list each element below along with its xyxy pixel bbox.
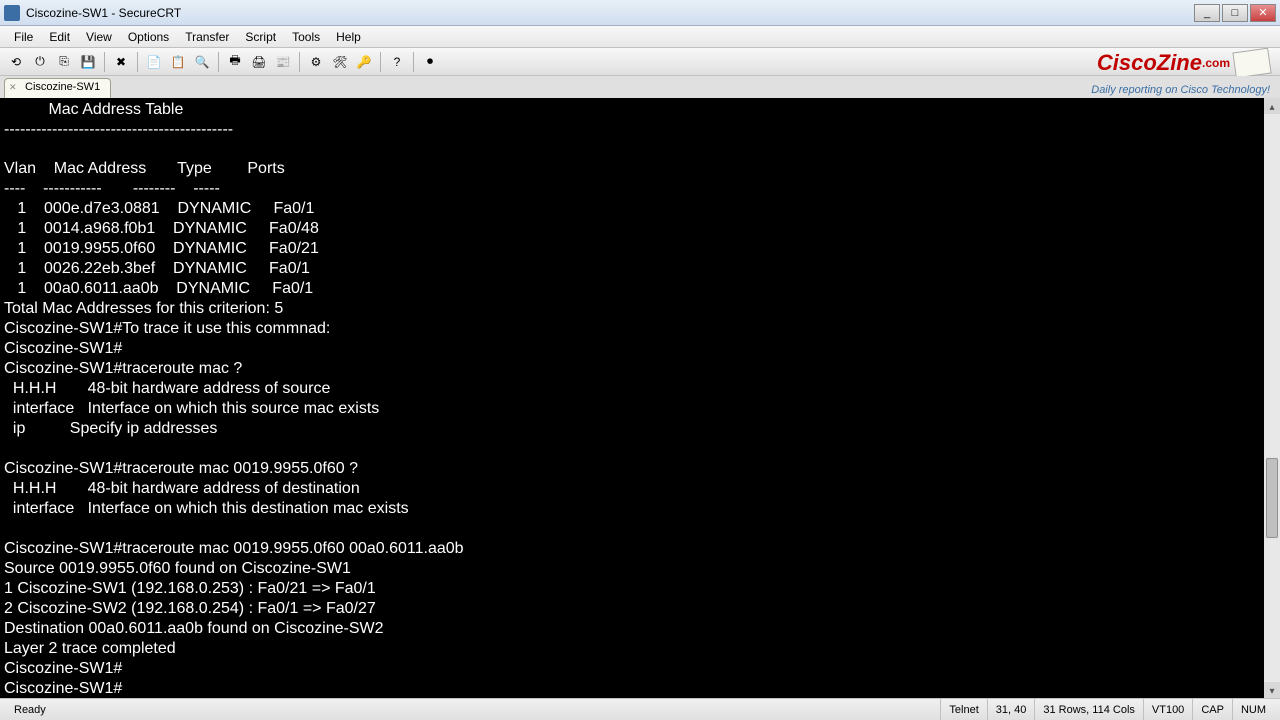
term-line: 1 00a0.6011.aa0b DYNAMIC Fa0/1	[4, 280, 313, 297]
status-term-type: VT100	[1143, 699, 1192, 720]
print-icon[interactable]: 🖨	[248, 51, 270, 73]
scroll-up-icon[interactable]: ▴	[1264, 98, 1280, 114]
status-bar: Ready Telnet 31, 40 31 Rows, 114 Cols VT…	[0, 698, 1280, 720]
help-icon[interactable]: ?	[386, 51, 408, 73]
term-line: 1 0019.9955.0f60 DYNAMIC Fa0/21	[4, 240, 319, 257]
term-line: ip Specify ip addresses	[4, 420, 217, 437]
separator	[380, 52, 381, 72]
term-line: Destination 00a0.6011.aa0b found on Cisc…	[4, 620, 384, 637]
copy-icon[interactable]: 📄	[143, 51, 165, 73]
term-line: Mac Address Table	[4, 101, 183, 118]
tab-label: Ciscozine-SW1	[25, 81, 100, 93]
status-cursor-pos: 31, 40	[987, 699, 1035, 720]
term-line: 1 0026.22eb.3bef DYNAMIC Fa0/1	[4, 260, 310, 277]
menu-transfer[interactable]: Transfer	[177, 28, 237, 46]
separator	[104, 52, 105, 72]
scroll-down-icon[interactable]: ▾	[1264, 682, 1280, 698]
paste-icon[interactable]: 📋	[167, 51, 189, 73]
term-line: H.H.H 48-bit hardware address of destina…	[4, 480, 360, 497]
term-line: Total Mac Addresses for this criterion: …	[4, 300, 283, 317]
term-line: interface Interface on which this source…	[4, 400, 379, 417]
separator	[299, 52, 300, 72]
status-protocol: Telnet	[940, 699, 986, 720]
term-line: Ciscozine-SW1#	[4, 660, 122, 677]
term-line: Ciscozine-SW1#	[4, 340, 122, 357]
separator	[218, 52, 219, 72]
find-icon[interactable]: 🔍	[191, 51, 213, 73]
scroll-thumb[interactable]	[1266, 458, 1278, 538]
menu-bar: File Edit View Options Transfer Script T…	[0, 26, 1280, 48]
properties-icon[interactable]: ⚙	[305, 51, 327, 73]
record-icon[interactable]: ⏺	[419, 51, 441, 73]
term-line: Ciscozine-SW1#traceroute mac ?	[4, 360, 242, 377]
tab-close-icon[interactable]: ✕	[9, 82, 21, 94]
term-line: Ciscozine-SW1#traceroute mac 0019.9955.0…	[4, 460, 358, 477]
menu-view[interactable]: View	[78, 28, 120, 46]
logo-suffix: .com	[1202, 56, 1230, 70]
term-line: Vlan Mac Address Type Ports	[4, 160, 285, 177]
status-cap: CAP	[1192, 699, 1232, 720]
print-preview-icon[interactable]: 📰	[272, 51, 294, 73]
menu-script[interactable]: Script	[237, 28, 284, 46]
menu-options[interactable]: Options	[120, 28, 177, 46]
brand-tagline: Daily reporting on Cisco Technology!	[1091, 84, 1270, 96]
menu-help[interactable]: Help	[328, 28, 369, 46]
term-line: 1 Ciscozine-SW1 (192.168.0.253) : Fa0/21…	[4, 580, 376, 597]
menu-file[interactable]: File	[6, 28, 41, 46]
cross-icon[interactable]: ✖	[110, 51, 132, 73]
close-button[interactable]: ✕	[1250, 4, 1276, 22]
status-size: 31 Rows, 114 Cols	[1034, 699, 1143, 720]
toolbar: ⟲ ⏻ ⎘ 💾 ✖ 📄 📋 🔍 🖶 🖨 📰 ⚙ 🛠 🔑 ? ⏺ CiscoZin…	[0, 48, 1280, 76]
term-line: ---- ----------- -------- -----	[4, 180, 220, 197]
separator	[137, 52, 138, 72]
paper-icon	[1232, 48, 1271, 79]
term-line: 1 000e.d7e3.0881 DYNAMIC Fa0/1	[4, 200, 314, 217]
tools-icon[interactable]: 🛠	[329, 51, 351, 73]
key-icon[interactable]: 🔑	[353, 51, 375, 73]
term-line: Source 0019.9955.0f60 found on Ciscozine…	[4, 560, 351, 577]
term-line: ----------------------------------------…	[4, 121, 233, 138]
term-line: Ciscozine-SW1#traceroute mac 0019.9955.0…	[4, 540, 464, 557]
save-icon[interactable]: 💾	[77, 51, 99, 73]
brand-logo: CiscoZine.com	[1097, 50, 1270, 76]
term-line: interface Interface on which this destin…	[4, 500, 409, 517]
new-session-icon[interactable]: ⎘	[53, 51, 75, 73]
term-line: H.H.H 48-bit hardware address of source	[4, 380, 330, 397]
maximize-button[interactable]: □	[1222, 4, 1248, 22]
logo-text: CiscoZine	[1097, 50, 1202, 76]
term-line: 1 0014.a968.f0b1 DYNAMIC Fa0/48	[4, 220, 319, 237]
terminal-scrollbar[interactable]: ▴ ▾	[1264, 98, 1280, 698]
reconnect-icon[interactable]: ⟲	[5, 51, 27, 73]
app-icon	[4, 5, 20, 21]
window-title: Ciscozine-SW1 - SecureCRT	[26, 6, 1194, 20]
session-tab[interactable]: ✕ Ciscozine-SW1	[4, 78, 111, 98]
status-ready: Ready	[6, 699, 940, 720]
term-line: Ciscozine-SW1#	[4, 680, 122, 697]
print-setup-icon[interactable]: 🖶	[224, 51, 246, 73]
term-line: Ciscozine-SW1#To trace it use this commn…	[4, 320, 330, 337]
menu-tools[interactable]: Tools	[284, 28, 328, 46]
minimize-button[interactable]: _	[1194, 4, 1220, 22]
title-bar: Ciscozine-SW1 - SecureCRT _ □ ✕	[0, 0, 1280, 26]
term-line: 2 Ciscozine-SW2 (192.168.0.254) : Fa0/1 …	[4, 600, 376, 617]
status-num: NUM	[1232, 699, 1274, 720]
separator	[413, 52, 414, 72]
tab-bar: ✕ Ciscozine-SW1 Daily reporting on Cisco…	[0, 76, 1280, 98]
terminal-output[interactable]: Mac Address Table ----------------------…	[0, 98, 1280, 698]
menu-edit[interactable]: Edit	[41, 28, 78, 46]
disconnect-icon[interactable]: ⏻	[29, 51, 51, 73]
term-line: Layer 2 trace completed	[4, 640, 176, 657]
